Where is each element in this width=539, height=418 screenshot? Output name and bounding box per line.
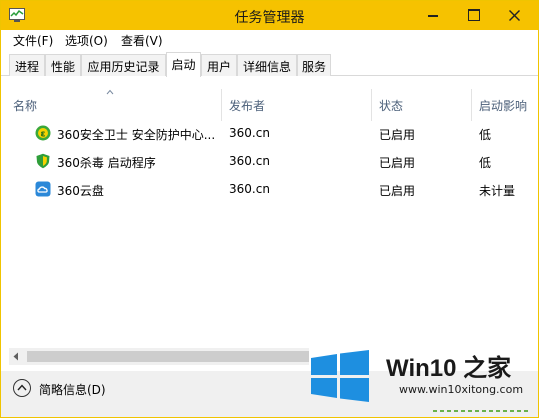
startup-item-status: 已启用 — [379, 156, 416, 170]
watermark-url: www.win10xitong.com — [399, 383, 524, 396]
title-bar[interactable]: 任务管理器 — [1, 1, 538, 30]
table-row[interactable]: 360云盘 360.cn 已启用 未计量 — [1, 175, 538, 203]
360-cloud-drive-icon — [35, 181, 51, 197]
startup-item-publisher: 360.cn — [229, 126, 270, 140]
collapse-chevron-up-icon[interactable] — [13, 379, 31, 397]
tab-services[interactable]: 服务 — [297, 54, 331, 76]
menu-view[interactable]: 查看(V) — [121, 32, 163, 49]
tab-processes[interactable]: 进程 — [9, 54, 45, 76]
startup-item-impact: 低 — [479, 128, 492, 142]
column-header-name[interactable]: 名称 — [13, 97, 37, 117]
tab-app-history[interactable]: 应用历史记录 — [81, 54, 166, 76]
svg-text:ɛ: ɛ — [40, 130, 45, 140]
startup-item-impact: 未计量 — [479, 184, 516, 198]
startup-item-publisher: 360.cn — [229, 154, 270, 168]
fewer-details-button[interactable]: 简略信息(D) — [39, 381, 106, 398]
startup-item-name: 360杀毒 启动程序 — [57, 156, 156, 170]
menu-bar: 文件(F) 选项(O) 查看(V) — [1, 30, 538, 50]
scroll-left-icon[interactable] — [13, 352, 19, 361]
column-header-status[interactable]: 状态 — [379, 97, 403, 117]
startup-item-status: 已启用 — [379, 184, 416, 198]
startup-item-publisher: 360.cn — [229, 182, 270, 196]
360-safeguard-icon: ɛ — [35, 125, 51, 141]
column-divider[interactable] — [471, 89, 472, 121]
table-row[interactable]: ɛ 360安全卫士 安全防护中心... 360.cn 已启用 低 — [1, 119, 538, 147]
windows-logo-icon — [311, 350, 369, 402]
maximize-button[interactable] — [453, 1, 493, 30]
column-header-publisher[interactable]: 发布者 — [229, 97, 265, 117]
close-button[interactable] — [491, 1, 537, 30]
table-row[interactable]: 360杀毒 启动程序 360.cn 已启用 低 — [1, 147, 538, 175]
column-divider[interactable] — [221, 89, 222, 121]
startup-table: 名称 发布者 状态 启动影响 ɛ 360安全卫士 安全防护中心... 360.c… — [1, 77, 538, 339]
startup-item-name: 360云盘 — [57, 184, 104, 198]
tab-users[interactable]: 用户 — [201, 54, 237, 76]
task-manager-window: 任务管理器 文件(F) 选项(O) 查看(V) 进程 性能 应用历史记录 启动 … — [0, 0, 539, 418]
startup-item-impact: 低 — [479, 156, 492, 170]
tab-startup[interactable]: 启动 — [166, 52, 201, 77]
tab-details[interactable]: 详细信息 — [237, 54, 297, 76]
minimize-button[interactable] — [411, 1, 451, 30]
scrollbar-thumb[interactable] — [27, 351, 309, 362]
menu-file[interactable]: 文件(F) — [13, 32, 53, 49]
tab-performance[interactable]: 性能 — [45, 54, 81, 76]
startup-item-name: 360安全卫士 安全防护中心... — [57, 128, 216, 142]
360-antivirus-shield-icon — [36, 153, 50, 169]
sort-ascending-icon[interactable] — [106, 89, 114, 95]
watermark-brand: Win10 之家 — [386, 355, 512, 382]
column-divider[interactable] — [371, 89, 372, 121]
close-icon — [509, 10, 520, 21]
menu-options[interactable]: 选项(O) — [65, 32, 108, 49]
horizontal-scrollbar[interactable] — [9, 348, 309, 365]
column-header-startup-impact[interactable]: 启动影响 — [479, 97, 527, 117]
tab-strip: 进程 性能 应用历史记录 启动 用户 详细信息 服务 — [1, 50, 538, 77]
startup-item-status: 已启用 — [379, 128, 416, 142]
watermark-decoration — [433, 410, 528, 412]
